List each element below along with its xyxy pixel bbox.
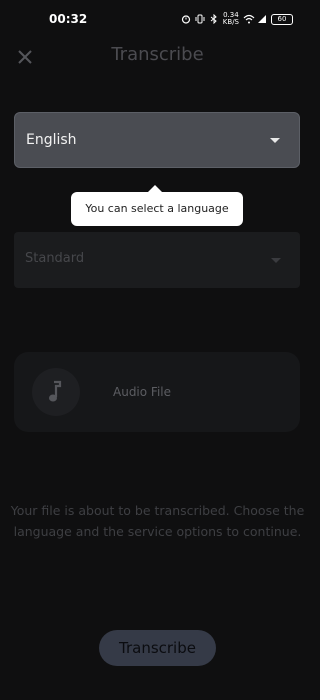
dropdown-arrow-icon — [271, 258, 281, 263]
vibrate-icon — [195, 14, 205, 24]
language-tooltip: You can select a language — [71, 192, 243, 226]
network-speed-unit: KB/S — [222, 18, 239, 26]
audio-file-label: Audio File — [113, 385, 172, 399]
status-icons: 0.34 KB/S 60 — [181, 12, 293, 26]
alarm-icon — [181, 14, 191, 24]
network-speed: 0.34 KB/S — [223, 12, 239, 26]
music-note-icon — [32, 368, 80, 416]
status-bar: 00:32 0.34 KB/S 60 — [0, 0, 315, 38]
audio-file-card[interactable]: Audio File — [14, 352, 300, 432]
service-select-value: Standard — [25, 251, 85, 266]
header: Transcribe — [0, 38, 315, 78]
info-text: Your file is about to be transcribed. Ch… — [10, 503, 305, 539]
wifi-icon — [243, 14, 255, 24]
bluetooth-icon — [209, 13, 219, 25]
transcribe-button[interactable]: Transcribe — [99, 630, 216, 666]
signal-icon — [257, 14, 267, 24]
language-select-value: English — [26, 132, 77, 148]
service-select[interactable]: Standard — [14, 232, 300, 288]
page-title: Transcribe — [111, 44, 204, 65]
battery-indicator: 60 — [271, 13, 293, 25]
tooltip-caret — [148, 185, 162, 192]
status-time: 00:32 — [49, 12, 88, 26]
dropdown-arrow-icon — [270, 138, 280, 143]
language-select[interactable]: English — [14, 112, 300, 168]
